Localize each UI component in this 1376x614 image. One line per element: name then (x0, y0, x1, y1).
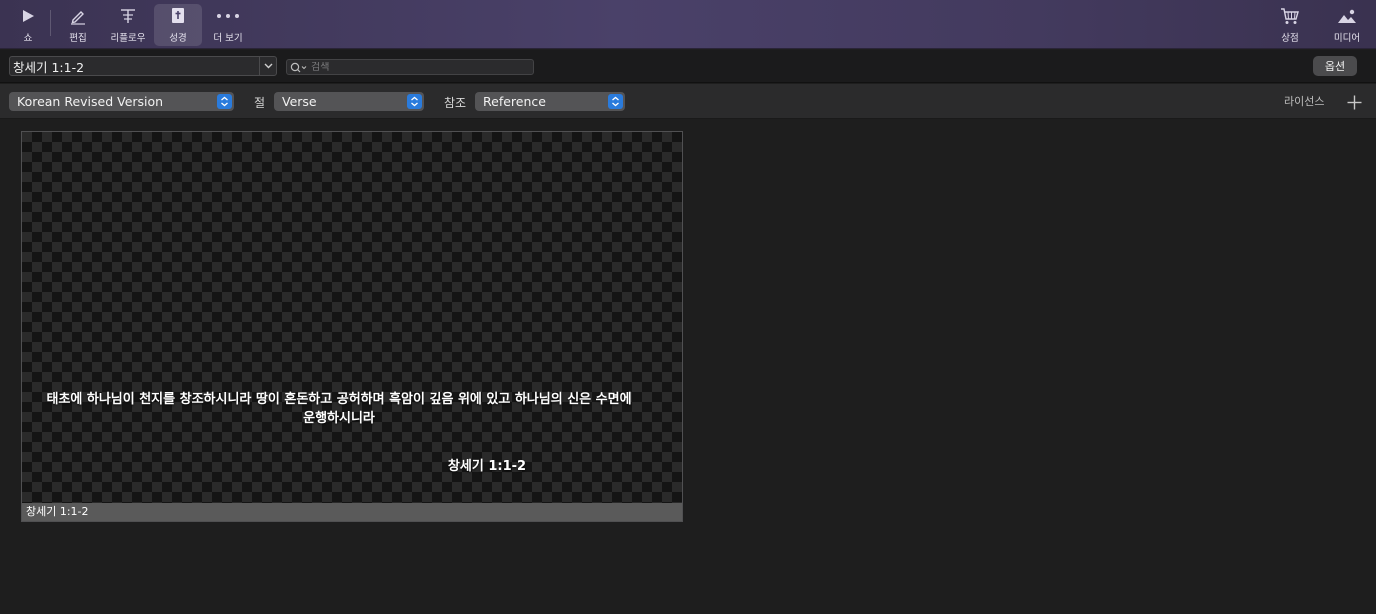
add-button[interactable] (1345, 93, 1363, 111)
reference-popup[interactable]: Reference (475, 92, 625, 111)
main-toolbar: 쇼 편집 리플로우 성경 더 보기 상점 미디어 (0, 0, 1376, 49)
pencil-icon (69, 4, 87, 28)
toolbar-store-button[interactable]: 상점 (1272, 4, 1308, 46)
search-input[interactable] (308, 61, 508, 73)
toolbar-store-label: 상점 (1281, 33, 1299, 44)
reference-label: 참조 (444, 96, 467, 110)
toolbar-separator (50, 10, 51, 36)
toolbar-reflow-label: 리플로우 (110, 33, 146, 44)
search-field[interactable] (286, 59, 534, 75)
toolbar-more-label: 더 보기 (213, 33, 243, 44)
toolbar-media-button[interactable]: 미디어 (1326, 4, 1368, 46)
slide-verse-reference: 창세기 1:1-2 (447, 459, 527, 474)
toolbar-edit-button[interactable]: 편집 (60, 4, 96, 46)
toolbar-edit-label: 편집 (69, 33, 87, 44)
slide-caption: 창세기 1:1-2 (22, 503, 682, 521)
slide-verse-text: 태초에 하나님이 천지를 창조하시니라 땅이 혼돈하고 공허하며 흑암이 깊음 … (46, 392, 632, 426)
verse-value: Verse (282, 94, 317, 109)
reference-value: Reference (483, 94, 546, 109)
toolbar-bible-button[interactable]: 성경 (154, 4, 202, 46)
updown-chevron-icon (608, 94, 623, 109)
toolbar-show-label: 쇼 (23, 33, 33, 44)
slide-canvas: 태초에 하나님이 천지를 창조하시니라 땅이 혼돈하고 공허하며 흑암이 깊음 … (22, 132, 682, 503)
search-icon (290, 62, 307, 72)
toolbar-show-button[interactable]: 쇼 (10, 4, 46, 46)
toolbar-more-button[interactable]: 더 보기 (206, 4, 250, 46)
verse-label: 절 (254, 96, 266, 110)
license-link[interactable]: 라이선스 (1284, 93, 1324, 109)
toolbar-reflow-button[interactable]: 리플로우 (106, 4, 150, 46)
ellipsis-icon (216, 4, 240, 28)
verse-popup[interactable]: Verse (274, 92, 424, 111)
slide-grid: 태초에 하나님이 천지를 창조하시니라 땅이 혼돈하고 공허하며 흑암이 깊음 … (0, 120, 1376, 614)
reflow-icon (118, 4, 138, 28)
play-icon (20, 4, 36, 28)
reference-input[interactable]: 창세기 1:1-2 (10, 57, 259, 76)
bible-icon (170, 4, 186, 28)
reference-bar: 창세기 1:1-2 옵션 (0, 50, 1376, 83)
bible-selector-bar: Korean Revised Version 절 Verse 참조 Refere… (0, 84, 1376, 119)
translation-value: Korean Revised Version (17, 94, 164, 109)
reference-dropdown-button[interactable] (259, 57, 276, 75)
updown-chevron-icon (407, 94, 422, 109)
options-button[interactable]: 옵션 (1313, 56, 1357, 76)
toolbar-bible-label: 성경 (169, 33, 187, 44)
chevron-down-icon (264, 63, 272, 69)
plus-icon (1347, 95, 1361, 109)
media-icon (1337, 4, 1357, 28)
cart-icon (1280, 4, 1300, 28)
toolbar-media-label: 미디어 (1333, 33, 1361, 44)
translation-popup[interactable]: Korean Revised Version (9, 92, 234, 111)
reference-combobox[interactable]: 창세기 1:1-2 (9, 56, 277, 76)
slide-thumbnail[interactable]: 태초에 하나님이 천지를 창조하시니라 땅이 혼돈하고 공허하며 흑암이 깊음 … (21, 131, 683, 522)
updown-chevron-icon (217, 94, 232, 109)
